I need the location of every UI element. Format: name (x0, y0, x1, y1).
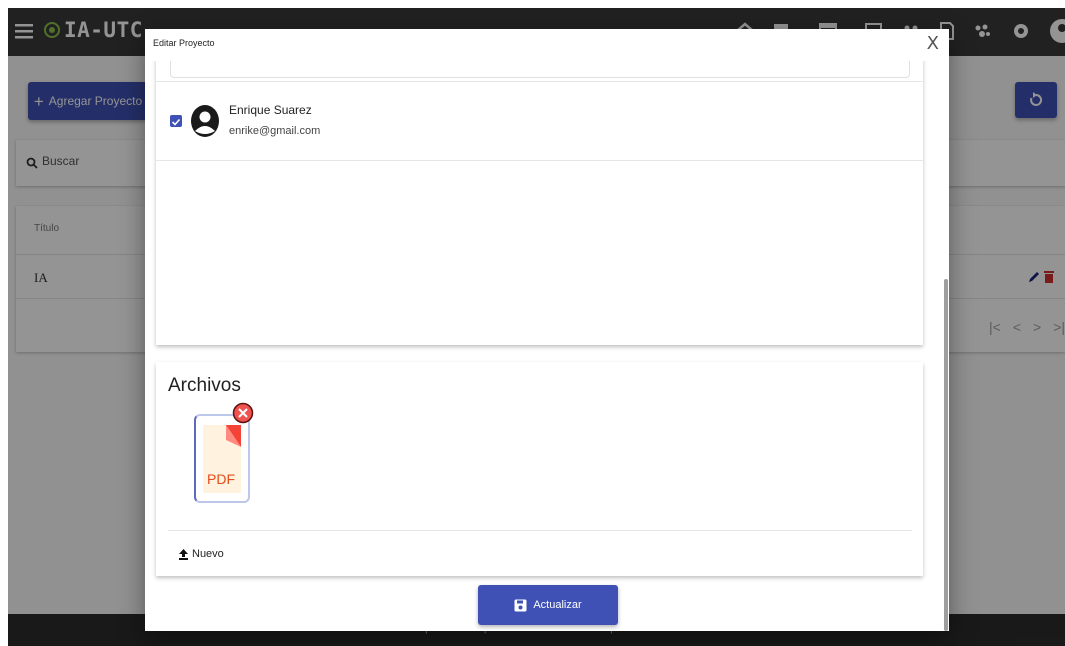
member-checkbox[interactable] (170, 115, 182, 127)
pdf-type-label: PDF (207, 471, 235, 487)
update-button[interactable]: Actualizar (478, 585, 618, 625)
upload-icon (179, 549, 188, 560)
app-frame: IA-UTC + Agregar Proyecto Buscar Título … (8, 8, 1065, 646)
file-thumbnail[interactable]: PDF (194, 414, 250, 503)
files-section-title: Archivos (168, 375, 241, 396)
close-icon[interactable]: X (927, 33, 939, 54)
save-icon (514, 599, 527, 611)
check-icon (171, 118, 181, 126)
divider (168, 530, 912, 531)
pdf-file-icon: PDF (203, 425, 241, 493)
dialog-header: Editar Proyecto X (145, 29, 949, 61)
upload-new-label: Nuevo (192, 548, 224, 560)
edit-project-dialog: Editar Proyecto X Enrique Suarez enrike@… (145, 29, 949, 631)
dialog-scrollbar[interactable] (944, 279, 948, 631)
member-email: enrike@gmail.com (229, 125, 321, 137)
members-card: Enrique Suarez enrike@gmail.com (156, 45, 923, 345)
member-name: Enrique Suarez (229, 103, 312, 117)
upload-new-button[interactable]: Nuevo (178, 548, 224, 560)
user-avatar-icon (191, 105, 219, 137)
update-label: Actualizar (533, 599, 582, 611)
dialog-title: Editar Proyecto (153, 38, 215, 48)
divider (156, 160, 923, 161)
remove-file-icon[interactable] (232, 402, 254, 424)
divider (156, 81, 923, 82)
files-card: Archivos PDF Nuevo (156, 362, 923, 576)
